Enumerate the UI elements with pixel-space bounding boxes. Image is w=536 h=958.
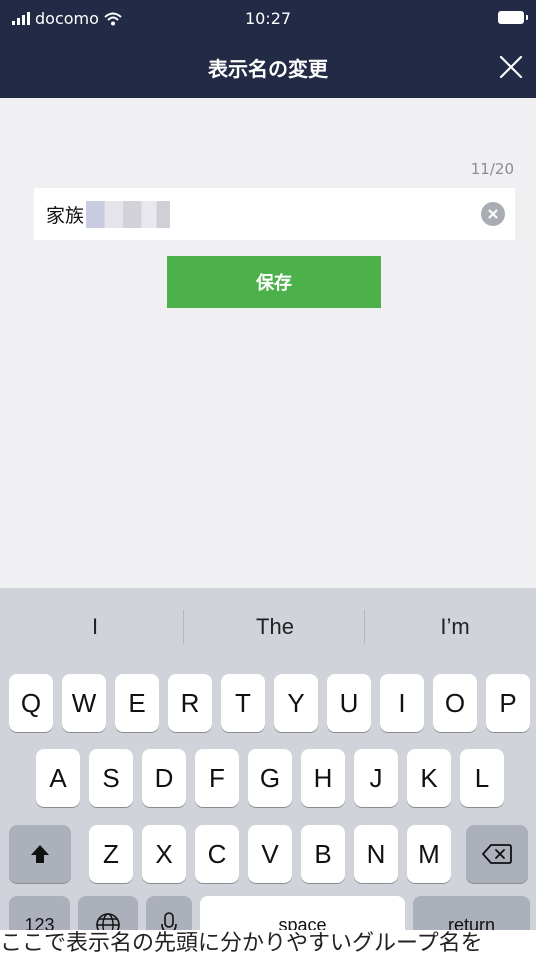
- key-letter[interactable]: I: [380, 674, 424, 732]
- key-letter[interactable]: F: [195, 749, 239, 807]
- key-letter[interactable]: P: [486, 674, 530, 732]
- dictation-key[interactable]: [146, 896, 192, 930]
- suggestion-item[interactable]: I: [6, 614, 184, 640]
- key-letter[interactable]: W: [62, 674, 106, 732]
- key-letter[interactable]: A: [36, 749, 80, 807]
- key-letter[interactable]: Z: [89, 825, 133, 883]
- key-letter[interactable]: M: [407, 825, 451, 883]
- key-letter[interactable]: U: [327, 674, 371, 732]
- delete-key[interactable]: [466, 825, 528, 883]
- status-bar: docomo 10:27: [0, 0, 536, 36]
- keyboard: I The I’m Q W E R T Y U I O P A S D F G …: [0, 588, 536, 930]
- navigation-bar: 表示名の変更: [0, 36, 536, 98]
- globe-icon: [96, 913, 120, 930]
- key-letter[interactable]: Y: [274, 674, 318, 732]
- caption-text: ここで表示名の先頭に分かりやすいグループ名を: [0, 930, 536, 958]
- character-counter: 11/20: [470, 160, 514, 178]
- battery-icon: [498, 11, 528, 24]
- page-title: 表示名の変更: [208, 57, 328, 81]
- numbers-key[interactable]: 123: [9, 896, 70, 930]
- shift-icon: [31, 845, 49, 863]
- key-letter[interactable]: E: [115, 674, 159, 732]
- key-letter[interactable]: X: [142, 825, 186, 883]
- clear-text-button[interactable]: [481, 202, 505, 226]
- key-letter[interactable]: Q: [9, 674, 53, 732]
- display-name-value[interactable]: 家族: [46, 201, 84, 228]
- suggestion-item[interactable]: The: [186, 614, 364, 640]
- key-letter[interactable]: N: [354, 825, 398, 883]
- clear-icon: [488, 209, 498, 219]
- phone-screen: docomo 10:27 表示名の変更 11/20 家族 保存 I The I’…: [0, 0, 536, 930]
- key-letter[interactable]: R: [168, 674, 212, 732]
- key-letter[interactable]: V: [248, 825, 292, 883]
- space-key[interactable]: space: [200, 896, 405, 930]
- display-name-field[interactable]: 家族: [34, 188, 515, 240]
- suggestion-divider: [364, 610, 365, 644]
- key-letter[interactable]: K: [407, 749, 451, 807]
- redacted-name-block: [86, 200, 171, 228]
- key-letter[interactable]: B: [301, 825, 345, 883]
- key-letter[interactable]: T: [221, 674, 265, 732]
- close-icon[interactable]: [498, 54, 524, 80]
- shift-key[interactable]: [9, 825, 71, 883]
- save-button[interactable]: 保存: [167, 256, 381, 308]
- key-letter[interactable]: D: [142, 749, 186, 807]
- key-letter[interactable]: O: [433, 674, 477, 732]
- return-key[interactable]: return: [413, 896, 530, 930]
- key-letter[interactable]: S: [89, 749, 133, 807]
- key-letter[interactable]: L: [460, 749, 504, 807]
- backspace-icon: [482, 844, 512, 864]
- microphone-icon: [161, 912, 177, 930]
- key-letter[interactable]: C: [195, 825, 239, 883]
- status-time: 10:27: [244, 9, 292, 28]
- suggestion-item[interactable]: I’m: [366, 614, 536, 640]
- suggestion-divider: [183, 610, 184, 644]
- suggestion-bar: I The I’m: [0, 588, 536, 666]
- key-letter[interactable]: H: [301, 749, 345, 807]
- key-letter[interactable]: G: [248, 749, 292, 807]
- key-letter[interactable]: J: [354, 749, 398, 807]
- globe-key[interactable]: [78, 896, 138, 930]
